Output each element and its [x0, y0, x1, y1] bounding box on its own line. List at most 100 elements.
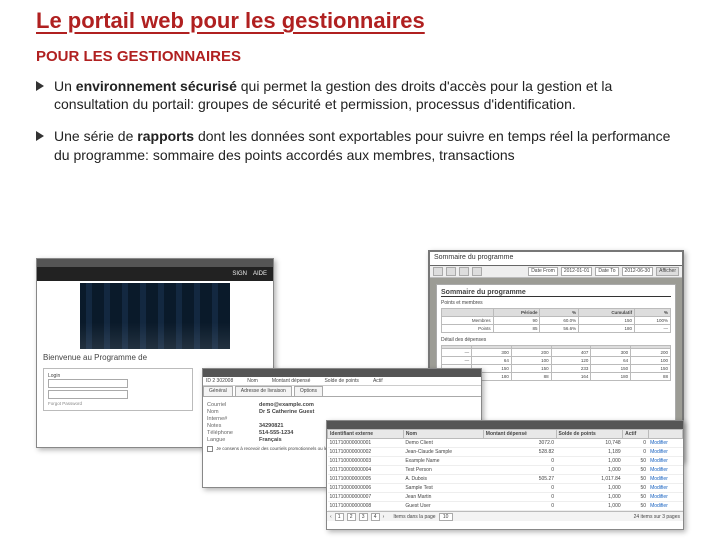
cell: 150 — [579, 317, 635, 325]
col-header: % — [635, 309, 671, 317]
table-row: Membres 90 60.0% 150 100% — [442, 317, 671, 325]
col-header: % — [540, 309, 579, 317]
bullet-text-bold: environnement sécurisé — [76, 78, 237, 94]
submit-button[interactable]: Afficher — [656, 267, 679, 276]
cell: 3072.0 — [483, 439, 556, 448]
date-to-value[interactable]: 2012-06-30 — [622, 267, 654, 276]
cell[interactable]: Modifier — [648, 466, 682, 475]
field-label: Notes — [207, 423, 259, 429]
cell: 101710000000002 — [328, 448, 404, 457]
section-subtitle: POUR LES GESTIONNAIRES — [36, 48, 684, 65]
pager-page[interactable]: 4 — [371, 513, 380, 521]
toolbar-btn[interactable] — [459, 267, 469, 276]
pager-prev-icon[interactable]: ‹ — [330, 514, 332, 520]
field-value: Dr S Catherine Guest — [259, 409, 314, 415]
cell: Points — [442, 325, 494, 333]
toolbar-btn[interactable] — [472, 267, 482, 276]
cell: 10,748 — [556, 439, 623, 448]
tab[interactable]: Options — [294, 386, 323, 396]
field-label: Nom — [207, 409, 259, 415]
date-from-value[interactable]: 2012-01-01 — [561, 267, 593, 276]
cell[interactable]: Modifier — [648, 475, 682, 484]
screenshots-cluster: SIGN AIDE Bienvenue au Programme de Logi… — [36, 258, 684, 532]
password-input[interactable] — [48, 390, 128, 399]
report-window-title: Sommaire du programme — [430, 252, 682, 266]
cell: 0 — [483, 484, 556, 493]
cell: 101710000000004 — [328, 466, 404, 475]
tab[interactable]: Adresse de livraison — [235, 386, 292, 396]
items-per-page-value[interactable]: 10 — [439, 513, 453, 521]
cell: 0 — [483, 502, 556, 511]
col-header — [442, 309, 494, 317]
table-row: 101710000000003Example Name01,00050Modif… — [328, 457, 683, 466]
cell: 50 — [623, 502, 648, 511]
cell[interactable]: Modifier — [648, 457, 682, 466]
mock-login-nav: SIGN AIDE — [37, 267, 273, 281]
cell: 60.0% — [540, 317, 579, 325]
cell: 101710000000008 — [328, 502, 404, 511]
cell[interactable]: Modifier — [648, 484, 682, 493]
username-input[interactable] — [48, 379, 128, 388]
cell: 50 — [623, 493, 648, 502]
cell: 50 — [623, 457, 648, 466]
col-header[interactable]: Solde de points — [556, 430, 623, 439]
report-title: Sommaire du programme — [441, 289, 671, 297]
pager-page[interactable]: 3 — [359, 513, 368, 521]
mock-members-table: Identifiant externe Nom Montant dépensé … — [326, 420, 684, 530]
cell: — — [635, 325, 671, 333]
field-label: Téléphone — [207, 430, 259, 436]
bullet-text-bold: rapports — [137, 128, 194, 144]
cell: 50 — [623, 475, 648, 484]
report-table-1: Période % Cumulatif % Membres 90 60.0% 1… — [441, 308, 671, 333]
cell: Demo Client — [403, 439, 483, 448]
pager-summary: 24 items sur 3 pages — [634, 514, 680, 520]
col-header[interactable]: Identifiant externe — [328, 430, 404, 439]
col-header: Solde de points — [324, 378, 358, 384]
toolbar-btn[interactable] — [446, 267, 456, 276]
cell: 180 — [579, 325, 635, 333]
field-value: 34290821 — [259, 423, 283, 429]
report-section-label: Détail des dépenses — [441, 337, 671, 343]
cell[interactable]: Modifier — [648, 448, 682, 457]
window-titlebar — [327, 421, 683, 429]
table-row: Points 85 56.6% 180 — — [442, 325, 671, 333]
window-titlebar — [37, 259, 273, 267]
date-to-label: Date To — [595, 267, 618, 276]
cell: 101710000000003 — [328, 457, 404, 466]
field-label: Courriel — [207, 402, 259, 408]
bullet-text-pre: Un — [54, 78, 76, 94]
pager-next-icon[interactable]: › — [383, 514, 385, 520]
pager-page[interactable]: 1 — [335, 513, 344, 521]
col-header[interactable]: Montant dépensé — [483, 430, 556, 439]
field-value: demo@example.com — [259, 402, 314, 408]
col-header: Nom — [247, 378, 258, 384]
consent-checkbox[interactable] — [207, 446, 213, 452]
welcome-text: Bienvenue au Programme de — [37, 351, 273, 364]
pager-page[interactable]: 2 — [347, 513, 356, 521]
cell: 1,000 — [556, 457, 623, 466]
cell: 85 — [493, 325, 540, 333]
form-tabs: Général Adresse de livraison Options — [203, 386, 481, 397]
window-titlebar — [203, 369, 481, 377]
tab[interactable]: Général — [203, 386, 233, 396]
cell[interactable]: Modifier — [648, 439, 682, 448]
table-row: 101710000000004Test Person01,00050Modifi… — [328, 466, 683, 475]
forgot-password-link[interactable]: Forgot Password — [48, 401, 188, 406]
pager: ‹ 1 2 3 4 › Items dans la page 10 24 ite… — [327, 511, 683, 521]
cell: 0 — [623, 448, 648, 457]
col-header: ID 2 302008 — [206, 378, 233, 384]
cell[interactable]: Modifier — [648, 502, 682, 511]
cell: 50 — [623, 484, 648, 493]
report-section-label: Points et membres — [441, 300, 671, 306]
cell: 1,017.84 — [556, 475, 623, 484]
toolbar-btn[interactable] — [433, 267, 443, 276]
cell: 101710000000007 — [328, 493, 404, 502]
col-header[interactable]: Nom — [403, 430, 483, 439]
cell[interactable]: Modifier — [648, 493, 682, 502]
cell: 1,000 — [556, 484, 623, 493]
date-from-label: Date From — [528, 267, 558, 276]
cell: 100% — [635, 317, 671, 325]
cell: Test Person — [403, 466, 483, 475]
col-header[interactable]: Actif — [623, 430, 648, 439]
page-title: Le portail web pour les gestionnaires — [36, 8, 684, 34]
